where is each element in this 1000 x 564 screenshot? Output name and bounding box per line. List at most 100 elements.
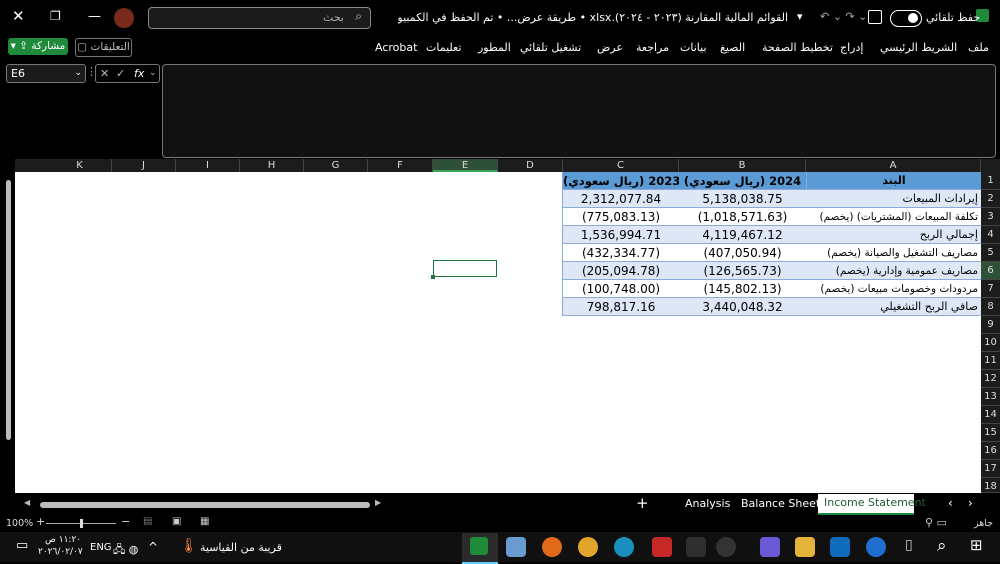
row-header[interactable]: 6 [981,262,1000,280]
row-header[interactable]: 2 [981,190,1000,208]
row-header[interactable]: 17 [981,460,1000,478]
table-header-cell[interactable]: (ريال سعودي) 2023 [563,172,679,190]
column-header[interactable]: C [563,159,679,172]
select-all-corner[interactable] [981,159,1000,172]
column-header[interactable]: J [112,159,176,172]
minimize-icon[interactable]: — [88,9,101,24]
table-cell-label[interactable]: (يخصم) تكلفة المبيعات (المشتريات) [806,208,981,226]
customize-qat-icon[interactable]: ▾ [797,10,803,23]
table-cell-value[interactable]: 798,817.16 [563,298,679,316]
start-icon[interactable]: ⊞ [970,536,983,554]
notification-icon[interactable]: ▭ [16,538,28,553]
row-header[interactable]: 1 [981,172,1000,190]
avatar[interactable] [114,8,134,28]
page-break-view-icon[interactable]: ▤ [143,516,152,527]
restore-icon[interactable]: ❐ [50,9,61,23]
save-icon[interactable] [868,10,882,24]
tab-review[interactable]: مراجعة [636,41,669,54]
add-sheet-icon[interactable]: + [636,494,649,512]
row-header[interactable]: 3 [981,208,1000,226]
column-header[interactable]: F [368,159,433,172]
share-button[interactable]: ▾ ⇪ مشاركة [8,38,68,55]
store-icon[interactable] [686,537,706,557]
chevron-right-icon[interactable]: › [968,496,973,510]
row-header[interactable]: 5 [981,244,1000,262]
zoom-slider-thumb[interactable] [80,519,83,528]
table-cell-value[interactable]: (775,083.13) [563,208,679,226]
tab-page-layout[interactable]: تخطيط الصفحة [762,41,833,54]
row-header[interactable]: 7 [981,280,1000,298]
table-cell-label[interactable]: (يخصم) مردودات وخصومات مبيعات [806,280,981,298]
table-cell-value[interactable]: (126,565.73) [679,262,806,280]
table-cell-value[interactable]: (145,802.13) [679,280,806,298]
search-taskbar-icon[interactable]: ⌕ [937,536,947,556]
table-cell-value[interactable]: 5,138,038.75 [679,190,806,208]
row-header[interactable]: 11 [981,352,1000,370]
row-header[interactable]: 4 [981,226,1000,244]
row-header[interactable]: 8 [981,298,1000,316]
table-cell-value[interactable]: 4,119,467.12 [679,226,806,244]
tab-developer[interactable]: المطور [478,41,511,54]
sheet-tab-income-statement[interactable]: Income Statement [818,494,926,515]
cancel-icon[interactable]: ✕ [100,65,109,82]
search-box[interactable]: بحث ⌕ [148,7,371,29]
table-cell-label[interactable]: إيرادات المبيعات [806,190,981,208]
row-header[interactable]: 12 [981,370,1000,388]
scroll-left-icon[interactable]: ◀ [24,498,30,507]
fill-handle[interactable] [431,275,435,279]
column-header[interactable]: A [806,159,981,172]
system-tray-icons[interactable]: 🖧 ◍ [113,541,138,560]
active-cell-selection[interactable] [433,260,497,277]
tab-file[interactable]: ملف [968,41,989,54]
vertical-scrollbar[interactable] [4,172,13,492]
enter-icon[interactable]: ✓ [116,65,125,82]
table-cell-value[interactable]: (432,334.77) [563,244,679,262]
search-input[interactable]: بحث [323,11,344,24]
table-cell-label[interactable]: صافي الربح التشغيلي [806,298,981,316]
column-header[interactable]: E [433,159,498,172]
table-header-cell[interactable]: البند [806,172,981,190]
row-header[interactable]: 15 [981,424,1000,442]
undo-redo-icons[interactable]: ↶ ⌄ ↷ ⌄ [820,10,867,23]
chat-app-icon[interactable] [866,537,886,557]
tab-automate[interactable]: تشغيل تلقائي [520,41,581,54]
language-indicator[interactable]: ENG [90,542,112,553]
row-header[interactable]: 14 [981,406,1000,424]
copilot-icon[interactable] [760,537,780,557]
sheet-tab-analysis[interactable]: Analysis [685,497,730,510]
chevron-up-icon[interactable]: ^ [148,540,158,554]
column-header[interactable]: G [304,159,368,172]
firefox-icon[interactable] [542,537,562,557]
clock-time[interactable]: ١١:٢٠ ص [45,535,81,545]
acrobat-icon[interactable] [652,537,672,557]
column-header[interactable]: K [48,159,112,172]
table-cell-value[interactable]: (407,050.94) [679,244,806,262]
tab-home[interactable]: الشريط الرئيسي [880,41,957,54]
row-header[interactable]: 18 [981,478,1000,493]
table-cell-value[interactable]: (100,748.00) [563,280,679,298]
row-header[interactable]: 13 [981,388,1000,406]
zoom-level[interactable]: 100% [6,518,33,529]
column-header[interactable]: B [679,159,806,172]
table-cell-value[interactable]: (1,018,571.63) [679,208,806,226]
zoom-out-icon[interactable]: − [121,515,130,528]
tab-help[interactable]: تعليمات [426,41,461,54]
table-header-cell[interactable]: (ريال سعودي) 2024 [679,172,806,190]
notes-app-icon[interactable] [506,537,526,557]
table-cell-label[interactable]: إجمالي الربح [806,226,981,244]
horizontal-scrollbar[interactable] [40,502,370,508]
weather-text[interactable]: قريبة من القياسية [200,541,282,554]
insert-function-button[interactable]: fx [134,65,144,82]
tab-data[interactable]: بيانات [680,41,707,54]
comments-button[interactable]: ▢ التعليقات [75,38,132,57]
column-header[interactable]: I [176,159,240,172]
row-header[interactable]: 9 [981,316,1000,334]
chevron-left-icon[interactable]: ‹ [948,496,953,510]
accessibility-icon[interactable]: ⚲ ▭ [925,516,947,529]
zoom-in-icon[interactable]: + [36,515,45,528]
column-header[interactable]: D [498,159,563,172]
scroll-right-icon[interactable]: ▶ [375,498,381,507]
table-cell-value[interactable]: 3,440,048.32 [679,298,806,316]
tab-formulas[interactable]: الصيغ [720,41,745,54]
table-cell-value[interactable]: 1,536,994.71 [563,226,679,244]
